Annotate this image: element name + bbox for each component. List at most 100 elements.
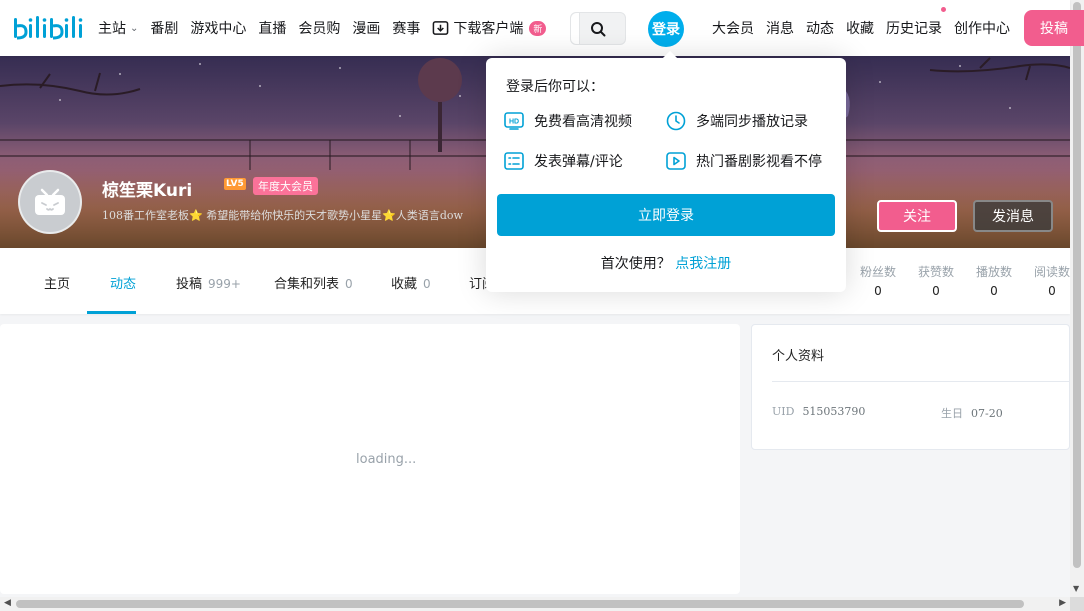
nav-live-label: 直播 bbox=[258, 21, 287, 37]
danmaku-icon bbox=[504, 152, 524, 170]
new-badge: 新 bbox=[529, 20, 547, 36]
perk-anime: 热门番剧影视看不停 bbox=[666, 151, 822, 171]
stat-reads-label: 阅读数 bbox=[1033, 265, 1070, 279]
birthday-value: 07-20 bbox=[971, 407, 1003, 420]
uid-label: UID bbox=[772, 405, 795, 418]
vertical-scrollbar[interactable]: ▼ bbox=[1070, 0, 1084, 597]
tab-favorites[interactable]: 收藏 0 bbox=[391, 273, 431, 292]
hd-icon: HD bbox=[504, 112, 524, 130]
tab-home-label: 主页 bbox=[44, 277, 71, 292]
stat-likes: 获赞数 0 bbox=[914, 263, 958, 298]
scroll-right-arrow-icon[interactable]: ▶ bbox=[1059, 598, 1066, 608]
login-popover: 登录后你可以： HD 免费看高清视频 多端同步播放记录 发表弹幕/评论 热门番剧… bbox=[486, 58, 846, 292]
stat-reads-value: 0 bbox=[1048, 284, 1056, 298]
perk-comments: 发表弹幕/评论 bbox=[504, 151, 623, 171]
main-nav: 主站 ⌄ 番剧 游戏中心 直播 会员购 漫画 赛事 下载客户端 新 bbox=[98, 0, 547, 56]
follow-button[interactable]: 关注 bbox=[877, 200, 957, 232]
send-message-button[interactable]: 发消息 bbox=[973, 200, 1053, 232]
scroll-left-arrow-icon[interactable]: ◀ bbox=[4, 598, 11, 608]
nav-home-label: 主站 bbox=[98, 21, 126, 37]
nav-anime-label: 番剧 bbox=[150, 21, 179, 37]
nav-games[interactable]: 游戏中心 bbox=[190, 18, 246, 38]
register-prompt-text: 首次使用？ bbox=[600, 256, 671, 272]
download-icon bbox=[433, 20, 449, 35]
avatar[interactable] bbox=[18, 170, 82, 234]
stat-likes-label: 获赞数 bbox=[917, 265, 954, 279]
search-bar[interactable] bbox=[570, 12, 626, 45]
birthday-label: 生日 bbox=[941, 407, 963, 420]
stat-likes-value: 0 bbox=[932, 284, 940, 298]
tab-home[interactable]: 主页 bbox=[44, 273, 70, 292]
nav-dynamics[interactable]: 动态 bbox=[806, 18, 834, 38]
stat-plays-value: 0 bbox=[990, 284, 998, 298]
play-icon bbox=[666, 152, 686, 170]
login-avatar-button[interactable]: 登录 bbox=[648, 11, 684, 47]
tv-mascot-icon bbox=[35, 188, 65, 215]
stat-reads: 阅读数 0 bbox=[1030, 263, 1074, 298]
nav-mall[interactable]: 会员购 bbox=[298, 18, 340, 38]
profile-info-card: 个人资料 UID 515053790 生日 07-20 bbox=[751, 324, 1070, 450]
stat-followers-label: 粉丝数 bbox=[859, 265, 896, 279]
popover-title: 登录后你可以： bbox=[506, 79, 604, 95]
perk-comments-label: 发表弹幕/评论 bbox=[534, 154, 623, 170]
active-tab-indicator bbox=[87, 311, 136, 314]
uid-row: UID 515053790 bbox=[772, 405, 865, 418]
perk-sync-history: 多端同步播放记录 bbox=[666, 111, 808, 131]
tab-collections[interactable]: 合集和列表 0 bbox=[274, 273, 353, 292]
scrollbar-corner bbox=[1070, 597, 1084, 611]
nav-home[interactable]: 主站 ⌄ bbox=[98, 18, 138, 38]
tab-collections-label: 合集和列表 bbox=[274, 277, 340, 292]
perk-hd-video: HD 免费看高清视频 bbox=[504, 111, 632, 131]
username: 椋笙栗Kuri bbox=[102, 181, 193, 201]
nav-live[interactable]: 直播 bbox=[258, 18, 286, 38]
scroll-down-arrow-icon[interactable]: ▼ bbox=[1073, 584, 1079, 593]
vip-badge[interactable]: 年度大会员 bbox=[253, 177, 318, 195]
chevron-down-icon: ⌄ bbox=[130, 22, 139, 34]
user-nav: 大会员 消息 动态 收藏 历史记录 创作中心 bbox=[712, 0, 1010, 56]
perk-hd-label: 免费看高清视频 bbox=[534, 114, 632, 130]
tab-dynamics-label: 动态 bbox=[110, 277, 137, 292]
perk-anime-label: 热门番剧影视看不停 bbox=[696, 154, 822, 170]
profile-info-title: 个人资料 bbox=[772, 349, 825, 364]
nav-favorites[interactable]: 收藏 bbox=[846, 18, 874, 38]
nav-esports[interactable]: 赛事 bbox=[392, 18, 420, 38]
dynamics-feed: loading... bbox=[0, 324, 740, 594]
divider bbox=[772, 381, 1069, 382]
horizontal-scroll-thumb[interactable] bbox=[16, 600, 1024, 608]
upload-button[interactable]: 投稿 bbox=[1024, 10, 1084, 46]
nav-download-client[interactable]: 下载客户端 新 bbox=[432, 18, 547, 38]
user-signature: 108番工作室老板⭐ 希望能带给你快乐的天才歌势小星星⭐人类语言dow bbox=[102, 209, 463, 222]
nav-manga-label: 漫画 bbox=[352, 21, 381, 37]
nav-creator-center[interactable]: 创作中心 bbox=[954, 18, 1010, 38]
stat-plays-label: 播放数 bbox=[975, 265, 1012, 279]
level-badge: LV5 bbox=[224, 178, 246, 190]
nav-vip[interactable]: 大会员 bbox=[712, 18, 754, 38]
clock-icon bbox=[666, 111, 686, 131]
nav-manga[interactable]: 漫画 bbox=[352, 18, 380, 38]
tab-dynamics[interactable]: 动态 bbox=[110, 273, 136, 292]
stat-followers[interactable]: 粉丝数 0 bbox=[856, 263, 900, 298]
nav-esports-label: 赛事 bbox=[392, 21, 421, 37]
nav-history[interactable]: 历史记录 bbox=[886, 7, 946, 38]
uid-value: 515053790 bbox=[802, 405, 866, 418]
login-now-button[interactable]: 立即登录 bbox=[497, 194, 835, 236]
stat-followers-value: 0 bbox=[874, 284, 882, 298]
tab-uploads[interactable]: 投稿 999+ bbox=[176, 273, 241, 292]
tab-collections-count: 0 bbox=[345, 277, 353, 291]
nav-download-label: 下载客户端 bbox=[453, 21, 524, 37]
nav-anime[interactable]: 番剧 bbox=[150, 18, 178, 38]
vertical-scroll-thumb[interactable] bbox=[1073, 2, 1081, 568]
register-link[interactable]: 点我注册 bbox=[675, 256, 731, 272]
tab-favorites-count: 0 bbox=[423, 277, 431, 291]
nav-history-label: 历史记录 bbox=[886, 21, 942, 37]
bilibili-logo[interactable] bbox=[12, 12, 84, 44]
nav-games-label: 游戏中心 bbox=[190, 21, 247, 37]
svg-text:HD: HD bbox=[509, 119, 519, 126]
search-icon[interactable] bbox=[590, 21, 606, 37]
stat-plays: 播放数 0 bbox=[972, 263, 1016, 298]
tab-favorites-label: 收藏 bbox=[391, 277, 418, 292]
horizontal-scrollbar[interactable]: ◀ ▶ bbox=[0, 597, 1070, 611]
nav-mall-label: 会员购 bbox=[298, 21, 341, 37]
top-navbar: 主站 ⌄ 番剧 游戏中心 直播 会员购 漫画 赛事 下载客户端 新 登录 大会员… bbox=[0, 0, 1084, 56]
nav-messages[interactable]: 消息 bbox=[766, 18, 794, 38]
